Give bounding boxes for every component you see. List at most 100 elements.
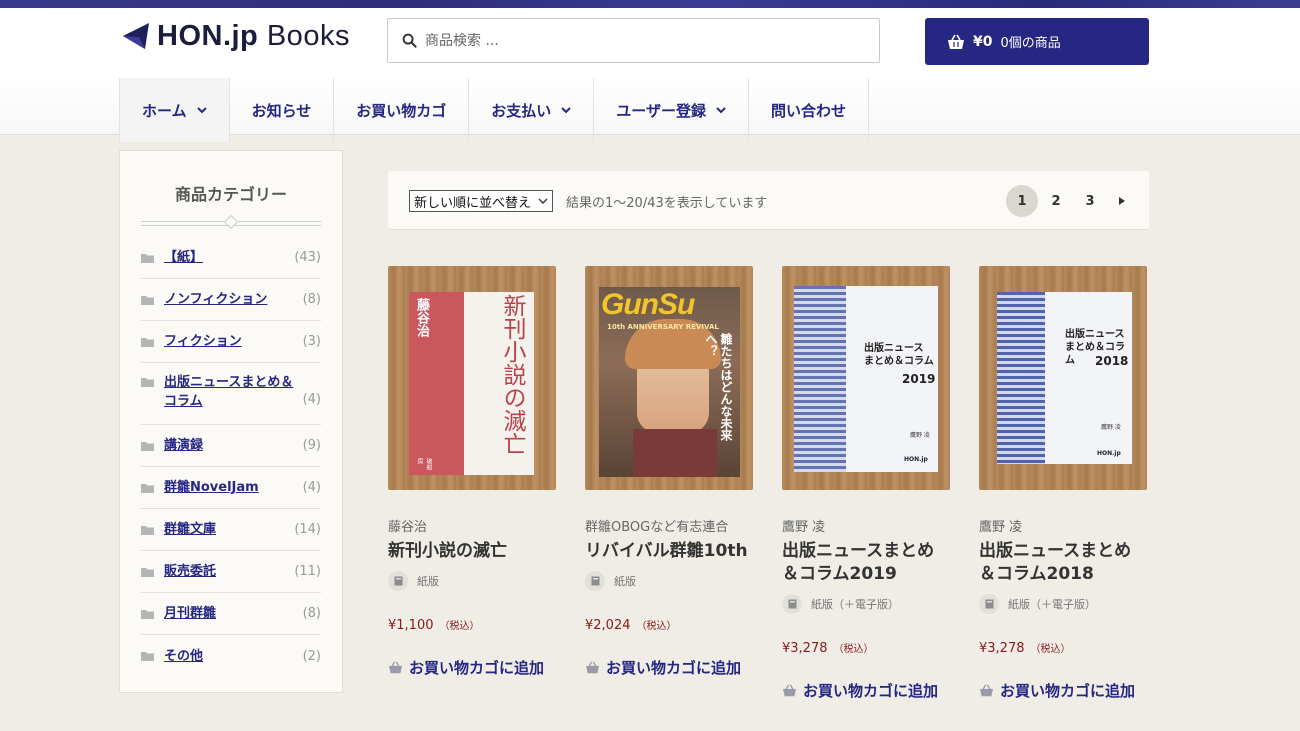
product-title[interactable]: リバイバル群雛10th [585,540,753,563]
category-item[interactable]: 月刊群雛 (8) [141,593,321,635]
category-item[interactable]: 群雛NovelJam (4) [141,467,321,509]
category-link[interactable]: 講演録 [164,436,303,455]
category-count: (14) [294,522,321,537]
nav-contact[interactable]: 問い合わせ [749,78,870,142]
category-list: 【紙】 (43) ノンフィクション (8) フィクション (3) 出版ニュースま… [120,237,342,677]
result-count: 結果の1〜20/43を表示しています [566,196,768,211]
product-cover[interactable]: GunSu 10th ANNIVERSARY REVIVAL 雛たちはどんな未来… [585,266,753,490]
category-link[interactable]: 販売委託 [164,562,294,581]
category-count: (2) [302,648,321,664]
add-to-cart-label: お買い物カゴに追加 [606,659,742,677]
category-item[interactable]: ノンフィクション (8) [141,279,321,321]
category-link[interactable]: 出版ニュースまとめ＆コラム [164,373,303,411]
cover-year: 2019 [902,372,936,386]
category-item[interactable]: 販売委託 (11) [141,551,321,593]
site-logo[interactable]: HON.jp Books [121,16,350,56]
category-item[interactable]: 【紙】 (43) [141,237,321,279]
nav-label: ホーム [142,101,187,120]
product-title[interactable]: 出版ニュースまとめ＆コラム2019 [782,540,950,586]
product-title[interactable]: 出版ニュースまとめ＆コラム2018 [979,540,1147,586]
product-title[interactable]: 新刊小説の滅亡 [388,540,556,563]
price-tax-label: （税込） [833,644,874,655]
product-cover[interactable]: 藤谷治 新刊小説の滅亡 破船房 [388,266,556,490]
sort-select[interactable]: 新しい順に並べ替え [409,190,553,212]
category-link[interactable]: その他 [164,647,303,666]
product-cover[interactable]: 出版ニュース まとめ＆コラム 2019 鷹野 凌 HON.jp [782,266,950,490]
book-cover-image: 藤谷治 新刊小説の滅亡 破船房 [409,292,534,475]
page-1-button[interactable]: 1 [1006,185,1038,217]
main-nav: ホーム お知らせ お買い物カゴ お支払い ユーザー登録 問い合わせ [119,78,870,142]
price-value: ¥3,278 [979,641,1025,656]
category-count: (43) [294,250,321,265]
chevron-down-icon [561,106,572,113]
product-price: ¥1,100 （税込） [388,617,556,633]
nav-register[interactable]: ユーザー登録 [594,78,749,142]
category-item[interactable]: 出版ニュースまとめ＆コラム (4) [141,363,321,425]
add-to-cart-label: お買い物カゴに追加 [1000,682,1136,700]
category-count: (4) [302,392,321,407]
category-link[interactable]: ノンフィクション [164,290,303,309]
nav-payment[interactable]: お支払い [469,78,595,142]
cover-author: 藤谷治 [414,298,429,337]
category-item[interactable]: 群雛文庫 (14) [141,509,321,551]
book-icon [782,594,802,614]
category-count: (9) [302,438,321,453]
chevron-down-icon [716,106,726,113]
cart-button[interactable]: ¥0 0個の商品 [925,18,1149,65]
product-author[interactable]: 藤谷治 [388,516,556,535]
logo-arrow-icon [123,23,149,49]
next-page-button[interactable] [1108,185,1136,217]
product-card: 出版ニュース まとめ＆コラム 2018 鷹野 凌 HON.jp 鷹野 凌 出版ニ… [979,266,1147,701]
cart-count: 0個の商品 [1000,36,1061,51]
page-3-button[interactable]: 3 [1074,185,1106,217]
chevron-down-icon [196,106,207,113]
product-cover[interactable]: 出版ニュース まとめ＆コラム 2018 鷹野 凌 HON.jp [979,266,1147,490]
basket-icon [586,661,599,674]
nav-news[interactable]: お知らせ [230,78,335,142]
search-box[interactable] [387,18,880,63]
book-cover-image: 出版ニュース まとめ＆コラム 2018 鷹野 凌 HON.jp [997,292,1132,464]
format-label: 紙版（＋電子版） [1008,598,1096,611]
add-to-cart-button[interactable]: お買い物カゴに追加 [979,680,1147,701]
cover-publisher: HON.jp [1097,450,1121,457]
nav-label: お支払い [491,101,552,120]
category-item[interactable]: フィクション (3) [141,321,321,363]
folder-icon [141,652,154,661]
cover-logo: GunSu [601,288,695,321]
nav-cart[interactable]: お買い物カゴ [334,78,470,142]
category-item[interactable]: その他 (2) [141,635,321,677]
category-link[interactable]: 月刊群雛 [164,604,303,623]
category-link[interactable]: フィクション [164,332,303,351]
cover-author: 鷹野 凌 [910,432,930,439]
category-count: (11) [294,564,321,579]
search-input[interactable] [425,32,865,49]
product-price: ¥3,278 （税込） [782,640,950,656]
product-format: 紙版 [388,571,556,591]
product-card: 出版ニュース まとめ＆コラム 2019 鷹野 凌 HON.jp 鷹野 凌 出版ニ… [782,266,950,701]
cover-author: 鷹野 凌 [1101,424,1121,431]
price-tax-label: （税込） [439,621,480,632]
folder-icon [141,337,154,347]
pagination: 1 2 3 [1006,185,1136,217]
add-to-cart-button[interactable]: お買い物カゴに追加 [388,657,556,678]
add-to-cart-button[interactable]: お買い物カゴに追加 [782,680,950,701]
product-author[interactable]: 鷹野 凌 [782,516,950,535]
category-link[interactable]: 群雛NovelJam [164,478,303,497]
add-to-cart-button[interactable]: お買い物カゴに追加 [585,657,753,678]
product-author[interactable]: 群雛OBOGなど有志連合 [585,516,753,535]
sidebar-divider [141,214,321,230]
page-2-button[interactable]: 2 [1040,185,1072,217]
nav-home[interactable]: ホーム [119,78,230,142]
category-count: (8) [302,292,321,307]
basket-icon [980,684,993,697]
category-count: (3) [302,334,321,349]
category-link[interactable]: 【紙】 [164,248,294,267]
category-item[interactable]: 講演録 (9) [141,425,321,467]
top-stripe [0,0,1300,8]
product-format: 紙版（＋電子版） [979,594,1147,614]
product-author[interactable]: 鷹野 凌 [979,516,1147,535]
book-icon [388,571,408,591]
basket-icon [948,34,964,49]
price-value: ¥2,024 [585,618,631,633]
category-link[interactable]: 群雛文庫 [164,520,294,539]
